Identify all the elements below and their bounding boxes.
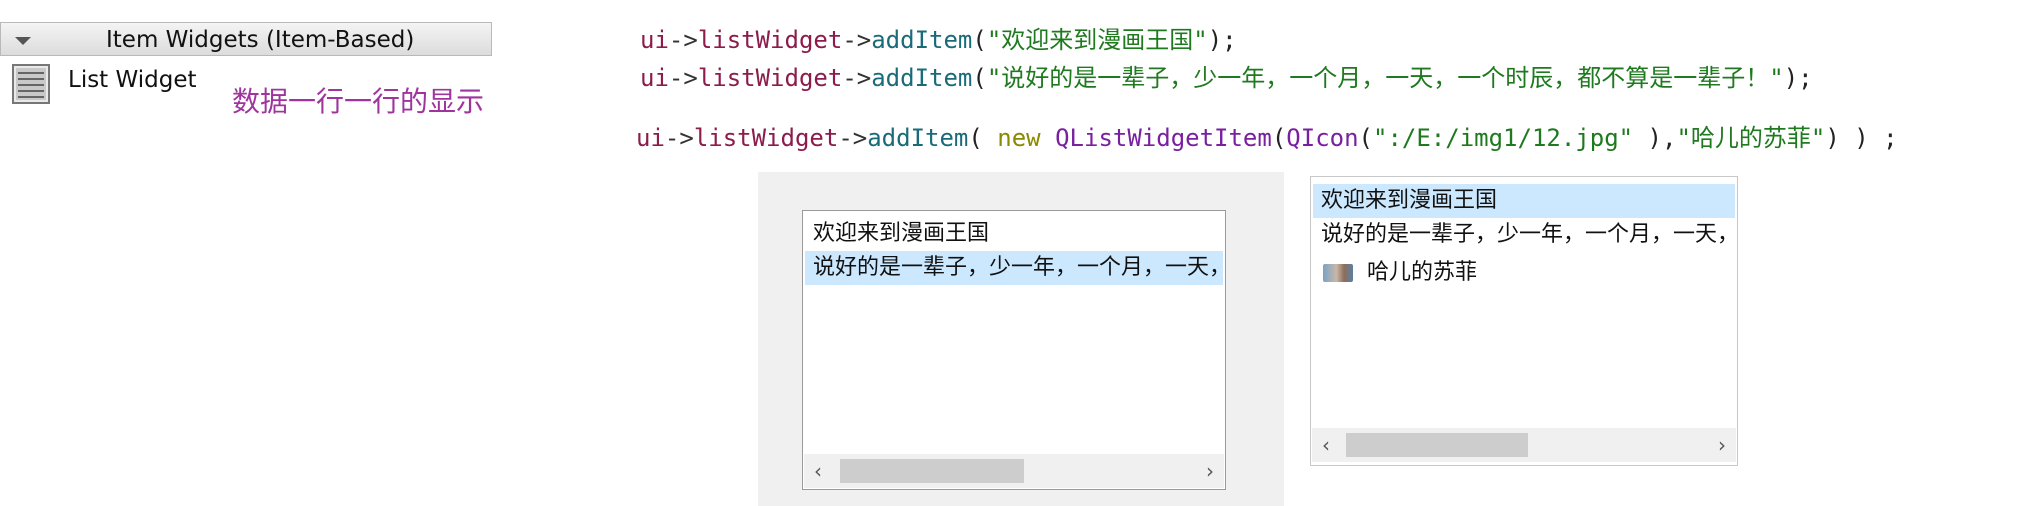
code-token: ui: [640, 64, 669, 92]
code-token: addItem: [871, 64, 973, 92]
code-class: QIcon: [1286, 124, 1359, 152]
horizontal-scrollbar[interactable]: ‹ ›: [1312, 428, 1736, 462]
list-item-selected[interactable]: 说好的是一辈子，少一年，一个月，一天，一个时辰，都不算是一辈子！: [805, 251, 1223, 285]
code-token: (: [972, 26, 987, 54]
code-token: (: [972, 64, 987, 92]
list-item[interactable]: 欢迎来到漫画王国: [805, 217, 1223, 251]
annotation-text: 数据一行一行的显示: [232, 85, 485, 118]
code-string: "哈儿的苏菲": [1676, 124, 1826, 152]
image-thumbnail-icon: [1323, 264, 1353, 282]
code-token: ->: [668, 64, 698, 92]
scroll-right-arrow-icon[interactable]: ›: [1206, 460, 1214, 482]
scrollbar-thumb[interactable]: [1346, 433, 1528, 457]
code-line-2: ui->listWidget->addItem("说好的是一辈子，少一年，一个月…: [640, 58, 1813, 93]
code-token: ->: [838, 124, 868, 152]
code-token: ->: [664, 124, 694, 152]
list-widget-icon: [12, 64, 50, 104]
code-token: ->: [842, 26, 872, 54]
demo-window-1: 欢迎来到漫画王国 说好的是一辈子，少一年，一个月，一天，一个时辰，都不算是一辈子…: [758, 172, 1284, 506]
list-widget-2[interactable]: 欢迎来到漫画王国 说好的是一辈子，少一年，一个月，一天，一个时辰，都不算是一辈子…: [1310, 176, 1738, 466]
widget-box-category-header[interactable]: Item Widgets (Item-Based): [0, 22, 492, 56]
scroll-right-arrow-icon[interactable]: ›: [1718, 434, 1726, 456]
code-line-1: ui->listWidget->addItem("欢迎来到漫画王国");: [640, 20, 1237, 55]
code-token: listWidget: [697, 64, 843, 92]
code-token: ui: [636, 124, 665, 152]
code-line-3: ui->listWidget->addItem( new QListWidget…: [636, 118, 1898, 153]
code-token: ) ) ;: [1825, 124, 1898, 152]
list-item-with-icon[interactable]: 哈儿的苏菲: [1313, 256, 1735, 290]
list-item-selected[interactable]: 欢迎来到漫画王国: [1313, 184, 1735, 218]
list-item-label: 哈儿的苏菲: [1367, 260, 1478, 285]
scroll-left-arrow-icon[interactable]: ‹: [814, 460, 822, 482]
code-string: "说好的是一辈子，少一年，一个月，一天，一个时辰，都不算是一辈子！": [986, 64, 1784, 92]
code-token: );: [1783, 64, 1813, 92]
code-keyword: new: [997, 124, 1041, 152]
code-token: ->: [668, 26, 698, 54]
scrollbar-thumb[interactable]: [840, 459, 1024, 483]
scroll-left-arrow-icon[interactable]: ‹: [1322, 434, 1330, 456]
code-token: listWidget: [693, 124, 839, 152]
code-token: ->: [842, 64, 872, 92]
code-token: listWidget: [697, 26, 843, 54]
code-token: (: [1271, 124, 1287, 152]
code-class: QListWidgetItem: [1055, 124, 1272, 152]
code-token: ui: [640, 26, 669, 54]
list-widget-1[interactable]: 欢迎来到漫画王国 说好的是一辈子，少一年，一个月，一天，一个时辰，都不算是一辈子…: [802, 210, 1226, 490]
list-item[interactable]: 说好的是一辈子，少一年，一个月，一天，一个时辰，都不算是一辈子！: [1313, 218, 1735, 252]
list-widget-label: List Widget: [68, 67, 197, 93]
code-token: (: [968, 124, 998, 152]
code-token: (: [1358, 124, 1373, 152]
category-title: Item Widgets (Item-Based): [106, 27, 415, 53]
horizontal-scrollbar[interactable]: ‹ ›: [804, 454, 1224, 488]
code-token: addItem: [871, 26, 973, 54]
collapse-arrow-icon[interactable]: [15, 37, 31, 45]
code-token: ),: [1633, 124, 1677, 152]
demo-window-2: 欢迎来到漫画王国 说好的是一辈子，少一年，一个月，一天，一个时辰，都不算是一辈子…: [1310, 176, 1738, 466]
code-token: );: [1207, 26, 1237, 54]
code-token: addItem: [867, 124, 969, 152]
code-string: "欢迎来到漫画王国": [986, 26, 1208, 54]
code-string: ":/E:/img1/12.jpg": [1373, 124, 1634, 152]
